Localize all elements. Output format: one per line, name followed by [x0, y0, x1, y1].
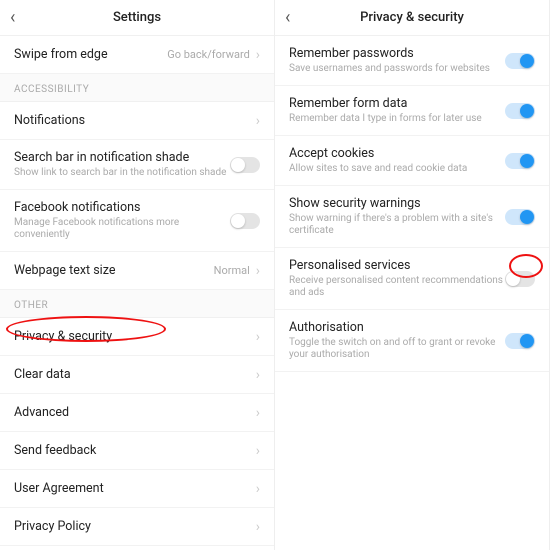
personalised-toggle[interactable]	[505, 271, 535, 287]
advanced-row[interactable]: Advanced ›	[0, 394, 274, 432]
row-label: Notifications	[14, 113, 256, 128]
row-label: Personalised services	[289, 258, 505, 273]
privacy-list: Remember passwords Save usernames and pa…	[275, 36, 549, 550]
security-warnings-row[interactable]: Show security warnings Show warning if t…	[275, 186, 549, 248]
settings-header: ‹ Settings	[0, 0, 274, 36]
searchbar-row[interactable]: Search bar in notification shade Show li…	[0, 140, 274, 190]
user-agreement-row[interactable]: User Agreement ›	[0, 470, 274, 508]
settings-title: Settings	[0, 10, 274, 25]
privacy-header: ‹ Privacy & security	[275, 0, 549, 36]
row-label: Webpage text size	[14, 263, 214, 278]
row-sub: Toggle the switch on and off to grant or…	[289, 337, 505, 361]
row-label: Send feedback	[14, 443, 256, 458]
row-label: Remember passwords	[289, 46, 505, 61]
row-label: Clear data	[14, 367, 256, 382]
row-label: Accept cookies	[289, 146, 505, 161]
remember-form-row[interactable]: Remember form data Remember data I type …	[275, 86, 549, 136]
remember-passwords-toggle[interactable]	[505, 53, 535, 69]
row-label: Privacy Policy	[14, 519, 256, 534]
back-icon[interactable]: ‹	[10, 9, 15, 27]
row-label: Facebook notifications	[14, 200, 230, 215]
swipe-from-edge-row[interactable]: Swipe from edge Go back/forward ›	[0, 36, 274, 74]
privacy-security-row[interactable]: Privacy & security ›	[0, 318, 274, 356]
personalised-services-row[interactable]: Personalised services Receive personalis…	[275, 248, 549, 310]
section-other: OTHER	[0, 290, 274, 318]
row-sub: Allow sites to save and read cookie data	[289, 163, 505, 175]
chevron-right-icon: ›	[256, 329, 260, 345]
row-value: Normal	[214, 264, 250, 277]
warnings-toggle[interactable]	[505, 209, 535, 225]
section-accessibility: ACCESSIBILITY	[0, 74, 274, 102]
back-icon[interactable]: ‹	[285, 9, 290, 27]
row-label: User Agreement	[14, 481, 256, 496]
row-sub: Save usernames and passwords for website…	[289, 63, 505, 75]
accept-cookies-row[interactable]: Accept cookies Allow sites to save and r…	[275, 136, 549, 186]
chevron-right-icon: ›	[256, 443, 260, 459]
cookies-toggle[interactable]	[505, 153, 535, 169]
row-sub: Remember data I type in forms for later …	[289, 113, 505, 125]
row-value: Go back/forward	[167, 48, 250, 61]
privacy-policy-row[interactable]: Privacy Policy ›	[0, 508, 274, 546]
chevron-right-icon: ›	[256, 367, 260, 383]
notifications-row[interactable]: Notifications ›	[0, 102, 274, 140]
clear-data-row[interactable]: Clear data ›	[0, 356, 274, 394]
row-label: Search bar in notification shade	[14, 150, 230, 165]
chevron-right-icon: ›	[256, 113, 260, 129]
row-label: Remember form data	[289, 96, 505, 111]
settings-pane: ‹ Settings Swipe from edge Go back/forwa…	[0, 0, 275, 550]
version-info-row[interactable]: Version info V11.2.4-g ›	[0, 546, 274, 550]
remember-form-toggle[interactable]	[505, 103, 535, 119]
chevron-right-icon: ›	[256, 519, 260, 535]
row-sub: Manage Facebook notifications more conve…	[14, 217, 230, 241]
chevron-right-icon: ›	[256, 405, 260, 421]
row-label: Authorisation	[289, 320, 505, 335]
remember-passwords-row[interactable]: Remember passwords Save usernames and pa…	[275, 36, 549, 86]
row-label: Advanced	[14, 405, 256, 420]
authorisation-row[interactable]: Authorisation Toggle the switch on and o…	[275, 310, 549, 372]
facebook-toggle[interactable]	[230, 213, 260, 229]
searchbar-toggle[interactable]	[230, 157, 260, 173]
chevron-right-icon: ›	[256, 481, 260, 497]
privacy-pane: ‹ Privacy & security Remember passwords …	[275, 0, 550, 550]
row-sub: Show warning if there's a problem with a…	[289, 213, 505, 237]
chevron-right-icon: ›	[256, 47, 260, 63]
row-label: Swipe from edge	[14, 47, 167, 62]
chevron-right-icon: ›	[256, 263, 260, 279]
send-feedback-row[interactable]: Send feedback ›	[0, 432, 274, 470]
row-label: Show security warnings	[289, 196, 505, 211]
row-sub: Receive personalised content recommendat…	[289, 275, 505, 299]
authorisation-toggle[interactable]	[505, 333, 535, 349]
row-sub: Show link to search bar in the notificat…	[14, 167, 230, 179]
privacy-title: Privacy & security	[275, 10, 549, 25]
settings-list: Swipe from edge Go back/forward › ACCESS…	[0, 36, 274, 550]
facebook-row[interactable]: Facebook notifications Manage Facebook n…	[0, 190, 274, 252]
row-label: Privacy & security	[14, 329, 256, 344]
webpage-text-row[interactable]: Webpage text size Normal ›	[0, 252, 274, 290]
